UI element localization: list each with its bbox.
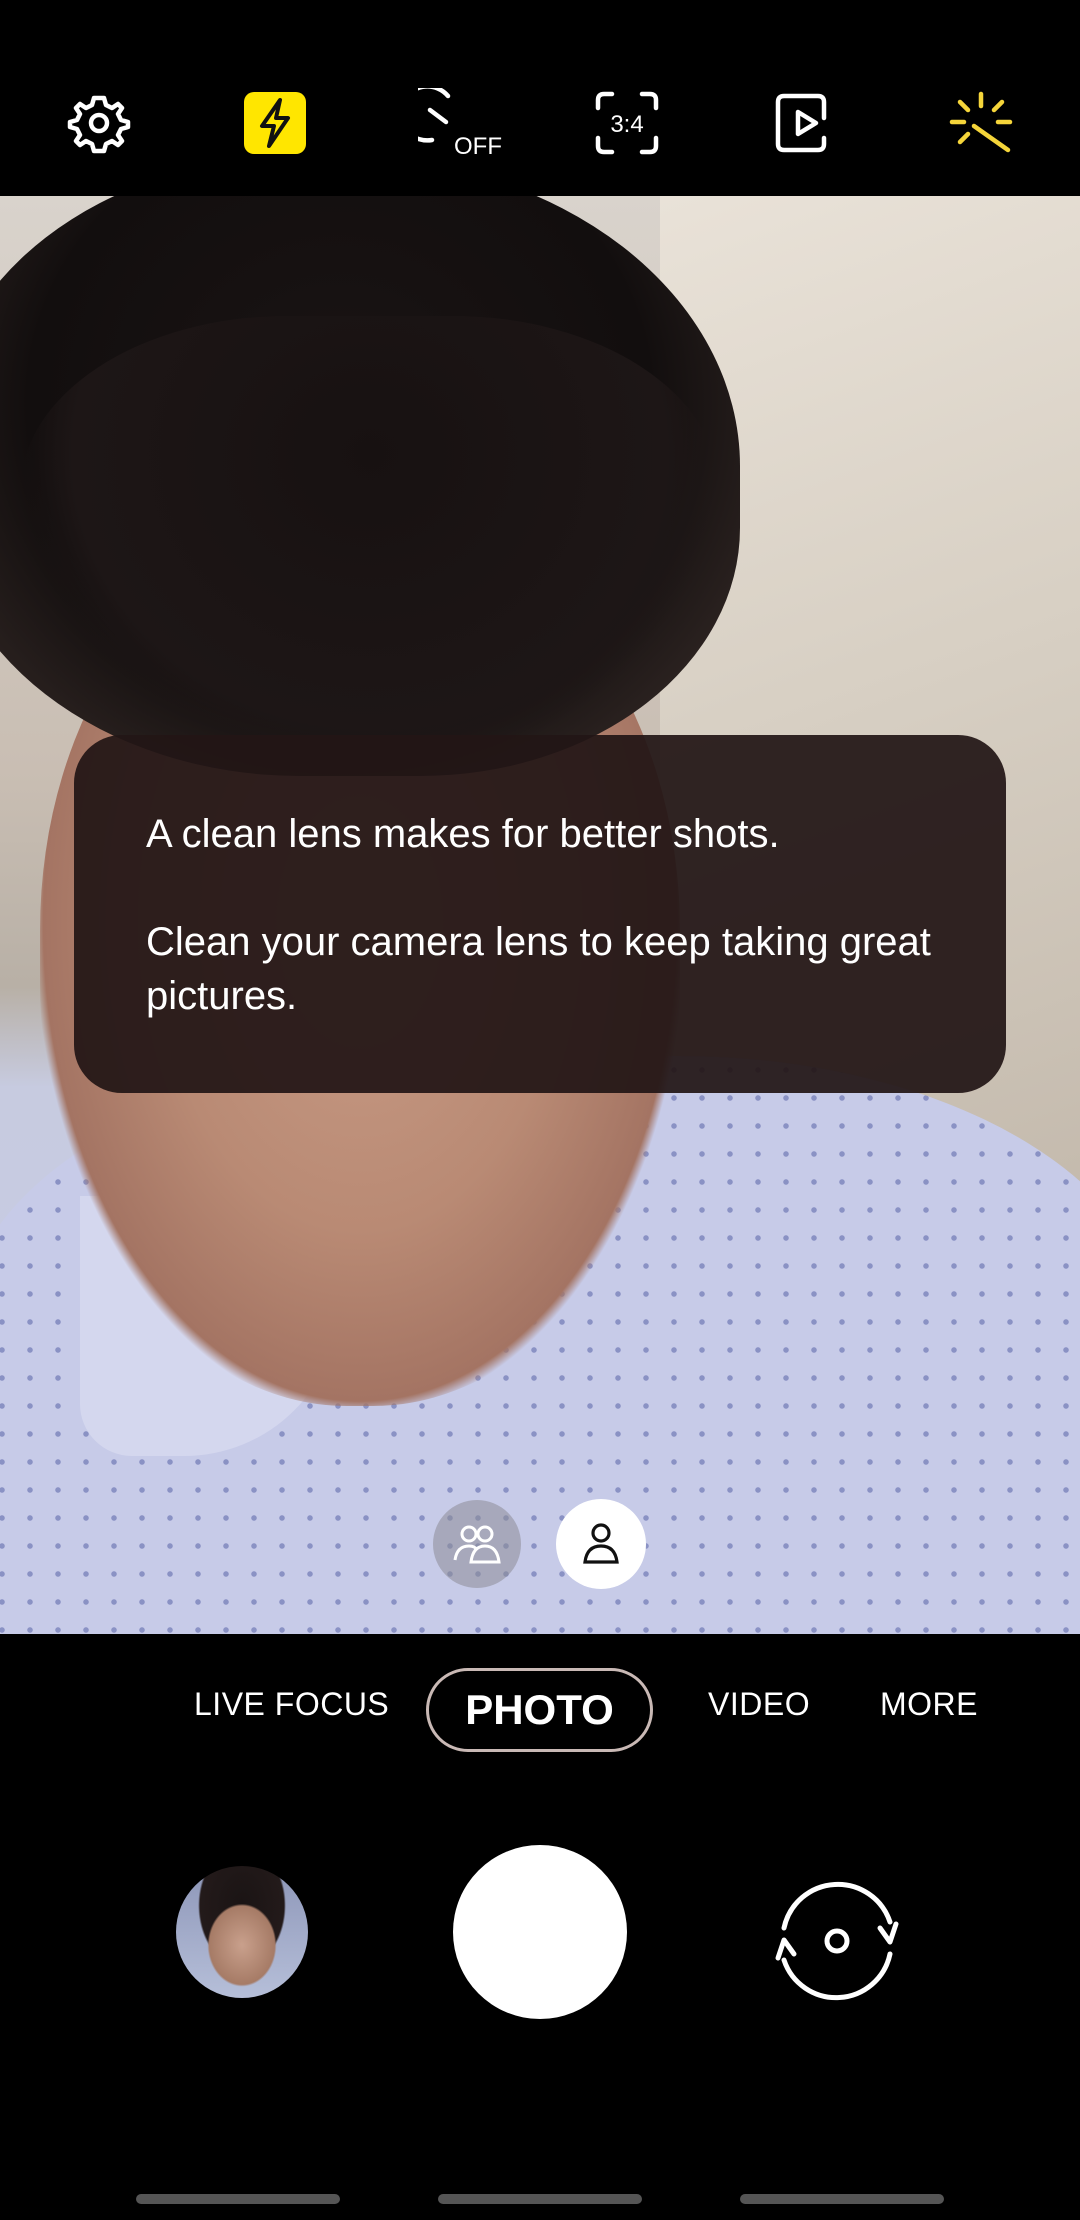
aspect-ratio-label: 3:4: [610, 111, 643, 138]
mode-live-focus[interactable]: LIVE FOCUS: [194, 1686, 389, 1723]
timer-label: OFF: [454, 133, 502, 158]
gesture-nav-bar: [0, 2180, 1080, 2220]
gallery-thumbnail[interactable]: [176, 1866, 308, 1998]
timer-icon: OFF: [418, 88, 502, 158]
switch-camera-button[interactable]: [762, 1866, 912, 2016]
toast-title: A clean lens makes for better shots.: [146, 812, 780, 856]
aspect-ratio-button[interactable]: 3:4: [582, 78, 672, 168]
flash-icon: [244, 92, 306, 154]
mode-more[interactable]: MORE: [880, 1686, 978, 1723]
switch-camera-icon: [775, 1881, 899, 2001]
top-toolbar: OFF 3:4: [0, 0, 1080, 196]
nav-pill-left[interactable]: [136, 2194, 340, 2204]
timer-button[interactable]: OFF: [408, 78, 518, 168]
filters-button[interactable]: [936, 78, 1026, 168]
motion-photo-icon: [775, 93, 827, 153]
flash-button[interactable]: [230, 78, 320, 168]
aspect-ratio-icon: 3:4: [595, 91, 659, 155]
nav-pill-center[interactable]: [438, 2194, 642, 2204]
mode-video[interactable]: VIDEO: [708, 1686, 810, 1723]
clean-lens-toast: A clean lens makes for better shots. Cle…: [74, 735, 1006, 1093]
shutter-button[interactable]: [453, 1845, 627, 2019]
single-selfie-button[interactable]: [556, 1499, 646, 1589]
settings-button[interactable]: [54, 78, 144, 168]
mode-selector: LIVE FOCUS PHOTO VIDEO MORE: [0, 1634, 1080, 1784]
toast-message: Clean your camera lens to keep taking gr…: [146, 920, 931, 1018]
gear-icon: [67, 95, 131, 154]
motion-photo-button[interactable]: [760, 78, 850, 168]
person-icon: [583, 1523, 619, 1564]
group-people-icon: [453, 1525, 501, 1564]
group-selfie-button[interactable]: [433, 1500, 521, 1588]
nav-pill-right[interactable]: [740, 2194, 944, 2204]
mode-photo[interactable]: PHOTO: [426, 1668, 653, 1752]
sparkle-icon: [949, 91, 1013, 153]
